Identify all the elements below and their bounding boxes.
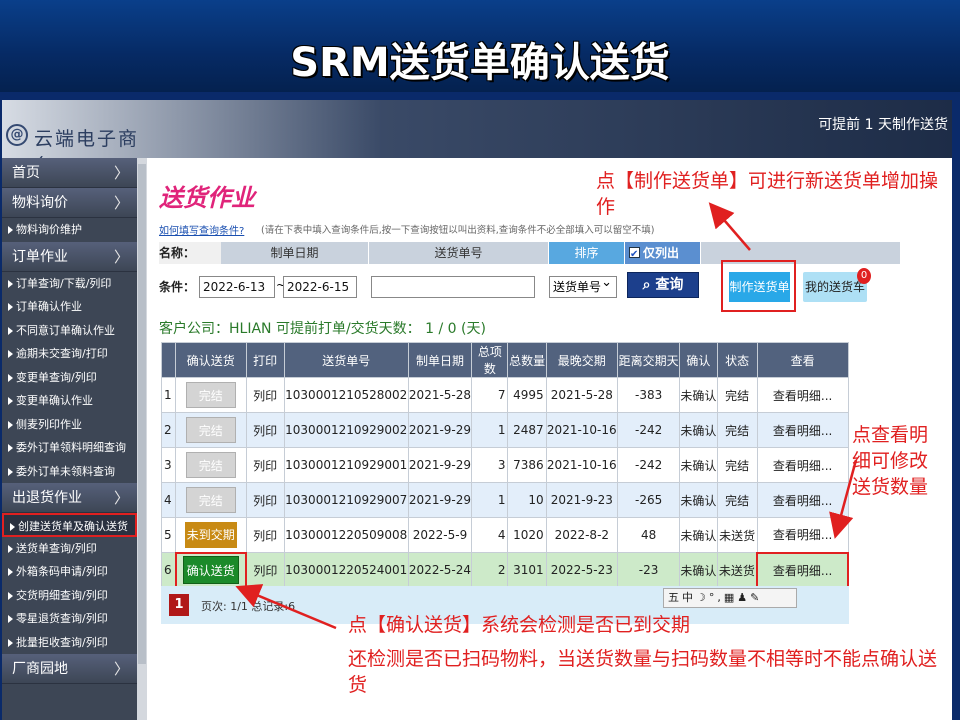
arrow-to-detail — [829, 459, 858, 539]
arrow-to-make — [708, 202, 751, 251]
arrow-to-confirm — [235, 584, 337, 630]
annotation-arrows — [235, 202, 858, 630]
